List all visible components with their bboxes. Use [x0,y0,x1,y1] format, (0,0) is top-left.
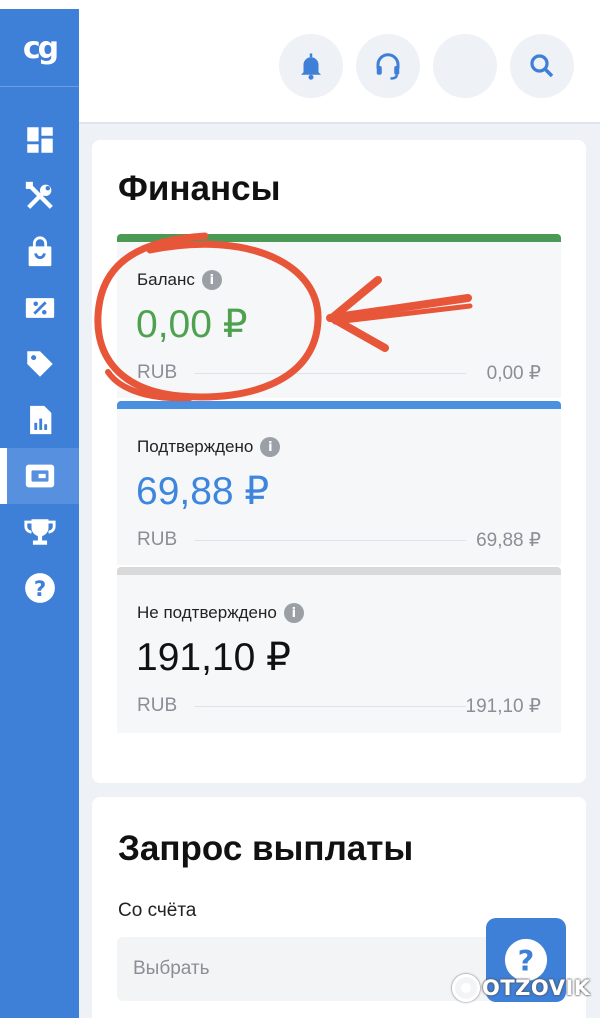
confirmed-label-row: Подтверждено i [137,437,281,457]
balance-sum: 0,00 ₽ [486,363,541,384]
sidebar-item-achievements[interactable] [0,504,79,560]
balance-panel: Баланс i 0,00 ₽ RUB 0,00 ₽ [117,234,561,398]
watermark-logo-icon [452,974,480,1002]
watermark: OTZOVIK [452,974,591,1002]
confirmed-label: Подтверждено [137,437,254,456]
shopping-bag-icon [28,236,51,267]
divider [194,706,466,707]
divider [194,373,466,374]
balance-amount: 0,00 ₽ [136,303,248,346]
payout-title: Запрос выплаты [118,829,414,868]
sidebar-item-tags[interactable] [0,336,79,392]
info-icon[interactable]: i [201,270,222,290]
tag-icon [26,351,53,377]
report-icon [29,405,51,435]
balance-label-row: Баланс i [137,270,222,290]
divider [194,540,466,541]
coupon-icon [25,298,54,318]
search-button[interactable] [510,34,574,98]
sidebar-item-reports[interactable] [0,392,79,448]
info-icon[interactable]: i [283,603,304,623]
confirmed-sum: 69,88 ₽ [476,530,541,551]
page-title: Финансы [118,169,281,208]
sidebar-item-coupons[interactable] [0,280,79,336]
unconfirmed-label-row: Не подтверждено i [137,603,304,623]
sidebar: cg ? [0,9,79,1018]
unconfirmed-label: Не подтверждено [137,603,277,622]
sidebar-item-shop[interactable] [0,224,79,280]
bell-icon [301,53,321,80]
sidebar-item-dashboard[interactable] [0,112,79,168]
dashboard-icon [26,127,53,153]
top-header [79,9,600,124]
sidebar-item-tools[interactable] [0,168,79,224]
search-icon [530,54,554,78]
confirmed-panel: Подтверждено i 69,88 ₽ RUB 69,88 ₽ [117,401,561,565]
unconfirmed-sum: 191,10 ₽ [465,696,541,717]
top-strip [0,0,600,9]
sidebar-item-help[interactable]: ? [0,560,79,616]
tools-icon [25,181,53,209]
sidebar-item-finance[interactable] [0,448,79,504]
finance-card: Финансы Баланс i 0,00 ₽ RUB 0,00 ₽ Подтв… [92,140,586,783]
trophy-icon [23,519,56,545]
avatar[interactable] [433,34,497,98]
watermark-text: OTZOVIK [482,976,591,1000]
unconfirmed-amount: 191,10 ₽ [136,636,291,679]
headset-icon [376,53,400,80]
confirmed-currency: RUB [137,529,178,550]
wallet-icon [25,464,54,488]
unconfirmed-currency: RUB [137,695,178,716]
confirmed-amount: 69,88 ₽ [136,470,270,513]
svg-text:?: ? [33,577,45,602]
balance-currency: RUB [137,362,178,383]
app-logo[interactable]: cg [0,9,79,87]
info-icon[interactable]: i [260,437,281,457]
sidebar-nav: ? [0,112,79,616]
support-button[interactable] [356,34,420,98]
balance-label: Баланс [137,270,195,289]
help-icon: ? [24,573,55,603]
sidebar-divider [0,86,79,87]
unconfirmed-panel: Не подтверждено i 191,10 ₽ RUB 191,10 ₽ [117,567,561,733]
from-account-label: Со счёта [118,900,197,921]
notifications-button[interactable] [279,34,343,98]
